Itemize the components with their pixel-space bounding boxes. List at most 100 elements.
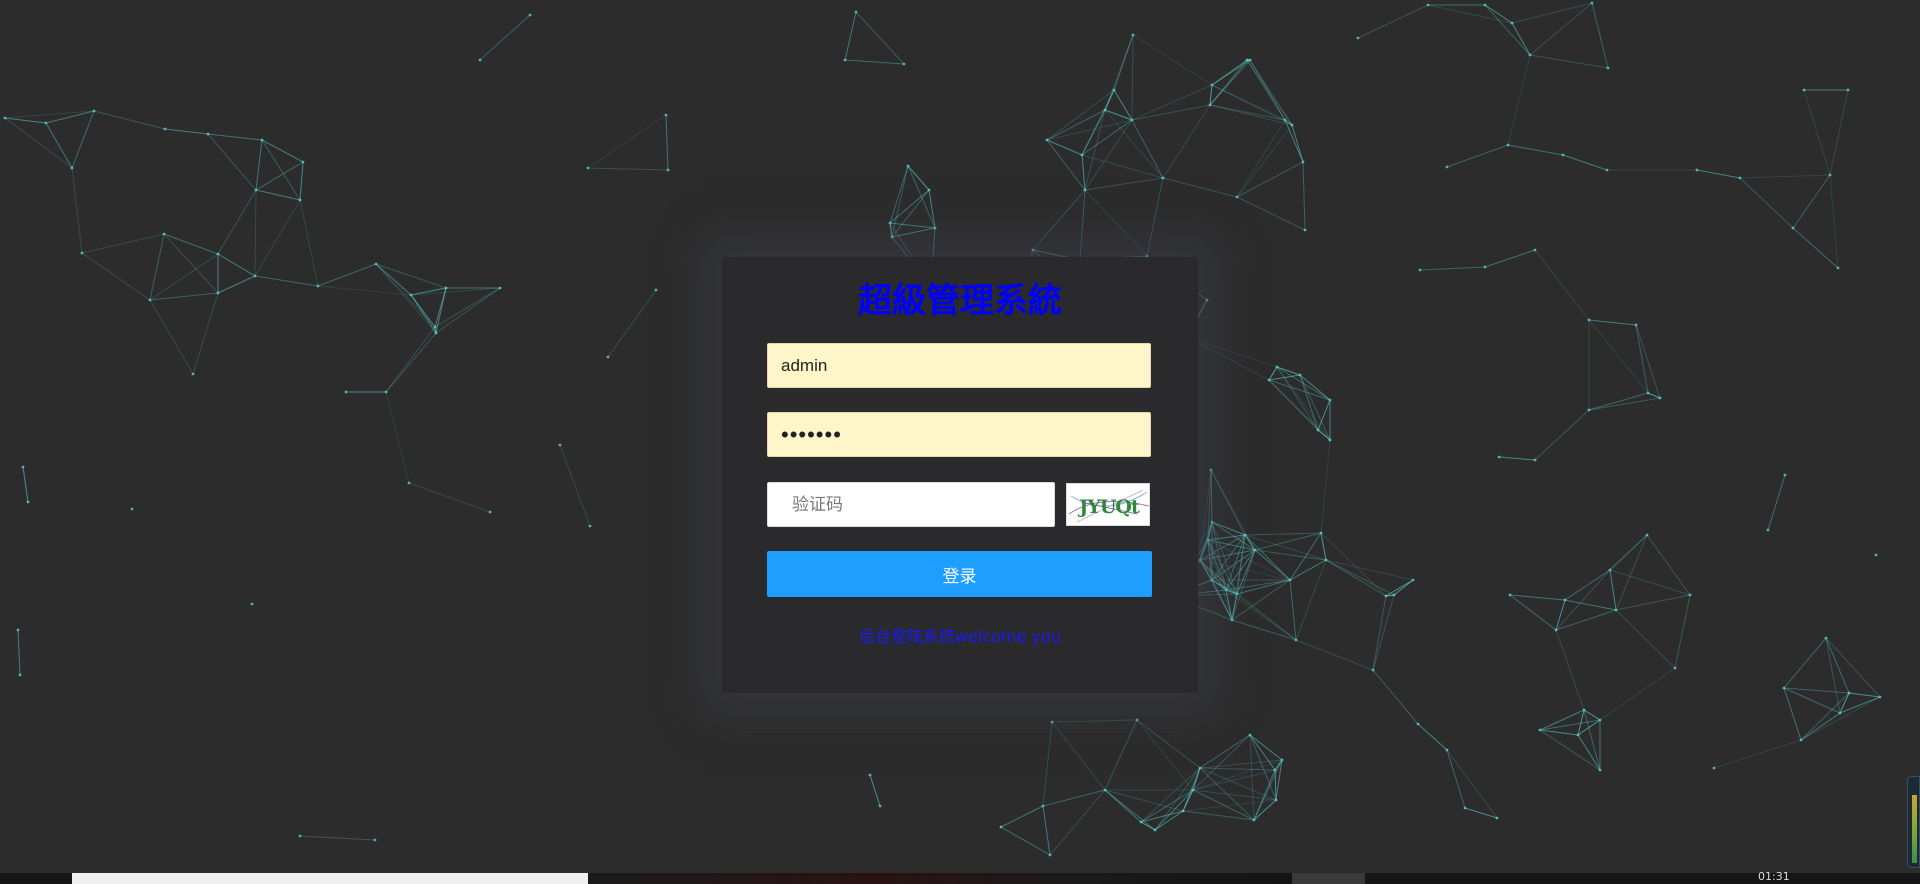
network-node bbox=[433, 325, 437, 329]
system-title: 超級管理系統 bbox=[858, 281, 1062, 321]
network-line bbox=[1249, 734, 1276, 771]
network-line bbox=[1609, 534, 1648, 571]
network-line bbox=[1209, 84, 1213, 106]
network-node bbox=[1031, 248, 1035, 252]
network-line bbox=[1042, 789, 1106, 807]
password-input[interactable] bbox=[767, 412, 1151, 457]
network-node bbox=[1533, 458, 1537, 462]
network-line bbox=[1186, 336, 1270, 381]
captcha-input[interactable] bbox=[767, 482, 1055, 527]
network-line bbox=[665, 114, 669, 171]
network-node bbox=[444, 286, 448, 290]
network-line bbox=[435, 287, 447, 334]
network-line bbox=[1635, 324, 1649, 394]
network-line bbox=[149, 292, 219, 301]
network-line bbox=[1739, 177, 1794, 229]
network-node bbox=[1161, 176, 1165, 180]
network-line bbox=[1136, 719, 1194, 791]
network-line bbox=[1320, 439, 1331, 534]
network-node bbox=[1206, 538, 1210, 542]
network-line bbox=[1325, 559, 1387, 597]
captcha-image[interactable]: JYUQt bbox=[1066, 483, 1150, 526]
network-line bbox=[22, 466, 29, 503]
network-line bbox=[1588, 319, 1637, 326]
network-node bbox=[407, 481, 411, 485]
network-node bbox=[1878, 695, 1882, 699]
network-line bbox=[410, 287, 501, 296]
network-line bbox=[1236, 161, 1304, 198]
network-line bbox=[1446, 749, 1466, 809]
network-line bbox=[255, 139, 263, 191]
network-node bbox=[1688, 593, 1692, 597]
network-line bbox=[1674, 594, 1691, 669]
network-node bbox=[1103, 788, 1107, 792]
network-line bbox=[844, 59, 905, 65]
network-line bbox=[299, 199, 319, 287]
network-line bbox=[1236, 124, 1293, 198]
network-node bbox=[1298, 373, 1302, 377]
network-node bbox=[1463, 806, 1467, 810]
network-node bbox=[1445, 165, 1449, 169]
network-line bbox=[1539, 719, 1601, 731]
network-node bbox=[1483, 3, 1487, 7]
network-line bbox=[149, 233, 165, 301]
network-line bbox=[1236, 593, 1297, 641]
network-line bbox=[587, 167, 669, 171]
username-input[interactable] bbox=[767, 343, 1151, 388]
network-line bbox=[1289, 579, 1297, 641]
network-node bbox=[1538, 728, 1542, 732]
network-node bbox=[1646, 391, 1650, 395]
network-line bbox=[1357, 4, 1429, 39]
network-line bbox=[1236, 119, 1286, 198]
network-node bbox=[1303, 228, 1307, 232]
network-node bbox=[1210, 83, 1214, 87]
network-line bbox=[1268, 366, 1278, 381]
network-line bbox=[1104, 109, 1164, 179]
network-node bbox=[1634, 323, 1638, 327]
network-node bbox=[1673, 666, 1677, 670]
network-line bbox=[1498, 456, 1536, 461]
network-node bbox=[1050, 720, 1054, 724]
network-line bbox=[889, 189, 930, 224]
network-node bbox=[130, 507, 134, 511]
network-node bbox=[1319, 531, 1323, 535]
network-line bbox=[1783, 687, 1802, 741]
network-node bbox=[1824, 636, 1828, 640]
taskbar-app-strip[interactable] bbox=[72, 873, 588, 884]
network-node bbox=[434, 331, 438, 335]
login-button[interactable]: 登录 bbox=[767, 551, 1152, 597]
network-line bbox=[587, 114, 667, 169]
network-node bbox=[588, 524, 592, 528]
network-line bbox=[1507, 54, 1531, 146]
network-line bbox=[93, 110, 166, 130]
network-node bbox=[1738, 176, 1742, 180]
network-node bbox=[1838, 711, 1842, 715]
network-node bbox=[80, 251, 84, 255]
network-line bbox=[1534, 409, 1590, 461]
network-node bbox=[1248, 733, 1252, 737]
network-line bbox=[1162, 177, 1238, 198]
network-line bbox=[1800, 692, 1850, 741]
network-node bbox=[1418, 268, 1422, 272]
network-line bbox=[1325, 559, 1414, 581]
network-line bbox=[1511, 22, 1531, 56]
network-line bbox=[1609, 569, 1617, 611]
network-node bbox=[1371, 668, 1375, 672]
network-line bbox=[907, 165, 930, 191]
network-node bbox=[26, 500, 30, 504]
network-node bbox=[1181, 809, 1185, 813]
network-node bbox=[1205, 298, 1209, 302]
network-line bbox=[1182, 799, 1277, 812]
network-line bbox=[255, 161, 304, 191]
network-line bbox=[192, 292, 219, 375]
side-volume-widget[interactable] bbox=[1907, 776, 1920, 868]
network-line bbox=[261, 139, 301, 201]
network-node bbox=[1294, 638, 1298, 642]
network-node bbox=[260, 138, 264, 142]
network-line bbox=[1192, 789, 1255, 821]
network-node bbox=[1695, 168, 1699, 172]
taskbar-button[interactable] bbox=[1292, 873, 1365, 884]
network-node bbox=[191, 372, 195, 376]
network-node bbox=[1483, 265, 1487, 269]
network-node bbox=[1045, 138, 1049, 142]
